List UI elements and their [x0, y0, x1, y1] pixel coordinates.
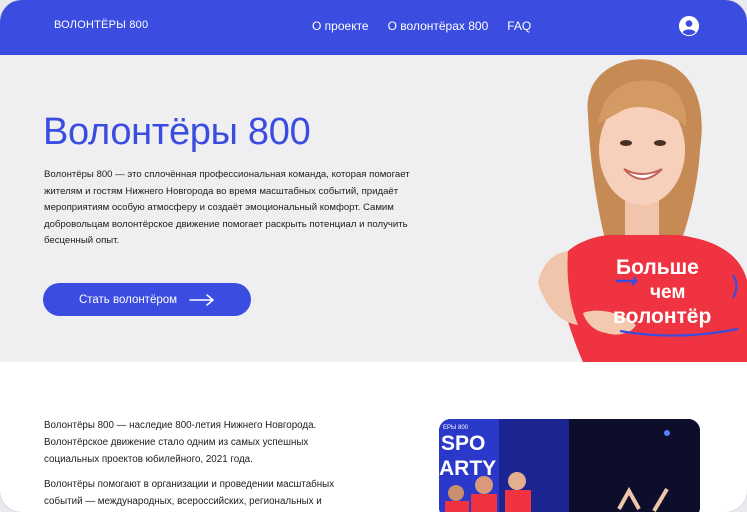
about-section-text: Волонтёры 800 — наследие 800-летия Нижне…: [44, 418, 344, 512]
site-header: ВОЛОНТЁРЫ 800 О проекте О волонтёрах 800…: [0, 0, 747, 55]
user-account-button[interactable]: [679, 16, 699, 36]
nav-link-about-project[interactable]: О проекте: [312, 19, 369, 33]
about-paragraph: Волонтёры помогают в организации и прове…: [44, 479, 335, 508]
hero-description: Волонтёры 800 — это сплочённая профессио…: [44, 169, 410, 247]
user-circle-icon: [679, 16, 699, 36]
become-volunteer-label: Стать волонтёром: [78, 293, 178, 306]
main-nav: О проекте О волонтёрах 800 FAQ: [312, 19, 531, 33]
shirt-print-line-2: чем: [650, 282, 685, 303]
event-banner-line-2: ARTY: [439, 457, 496, 480]
nav-link-faq[interactable]: FAQ: [507, 19, 531, 33]
event-photo-image: ЕРЫ 800 SPO ARTY: [439, 419, 700, 512]
hero-section: Волонтёры 800 Волонтёры 800 — это сплочё…: [0, 55, 747, 362]
event-banner-small: ЕРЫ 800: [443, 425, 469, 431]
nav-link-about-volunteers[interactable]: О волонтёрах 800: [388, 19, 489, 33]
page-frame: ВОЛОНТЁРЫ 800 О проекте О волонтёрах 800…: [0, 0, 747, 512]
volunteer-girl-photo: Больше чем волонтёр: [538, 59, 747, 362]
site-logo[interactable]: ВОЛОНТЁРЫ 800: [54, 19, 148, 31]
shirt-print-line-3: волонтёр: [613, 305, 711, 328]
shirt-print-line-1: Больше: [616, 256, 699, 279]
event-banner-line-1: SPO: [441, 432, 485, 455]
event-photo: ЕРЫ 800 SPO ARTY: [439, 419, 700, 512]
hero-title: Волонтёры 800: [43, 111, 311, 153]
become-volunteer-button[interactable]: Стать волонтёром: [43, 283, 251, 316]
about-paragraph: Волонтёры 800 — наследие 800-летия Нижне…: [44, 420, 317, 465]
arrow-right-icon: [189, 293, 214, 306]
